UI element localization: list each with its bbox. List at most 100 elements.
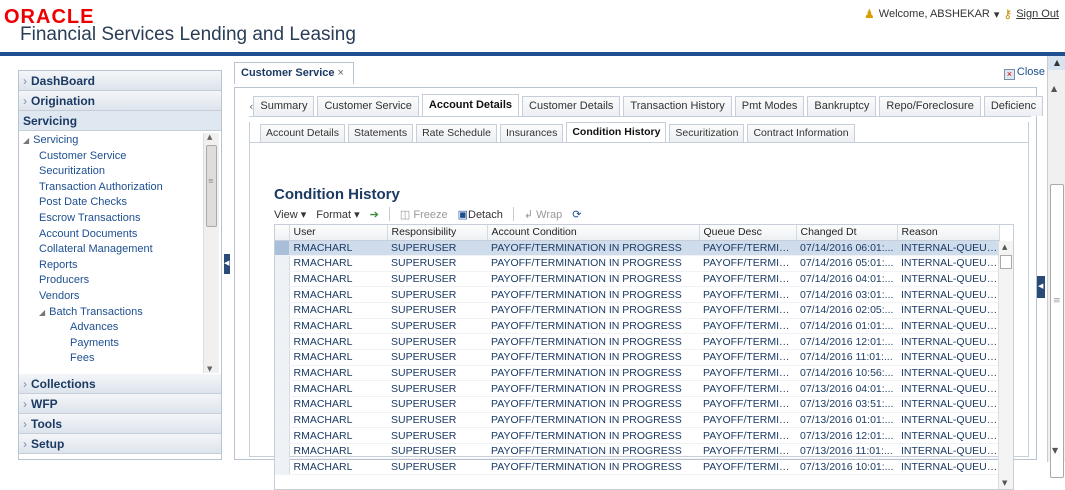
table-row[interactable]: RMACHARL SUPERUSER PAYOFF/TERMINATION IN P… bbox=[275, 286, 999, 304]
sidebar-item-payments[interactable]: Payments bbox=[19, 336, 221, 352]
tab-bankruptcy[interactable]: Bankruptcy bbox=[807, 96, 877, 116]
tab-pmt-modes[interactable]: Pmt Modes bbox=[734, 96, 805, 116]
subtab-rate-schedule[interactable]: Rate Schedule bbox=[416, 124, 497, 142]
sidebar-item-servicing[interactable]: ◢ Servicing bbox=[19, 133, 221, 149]
column-header-queue-desc[interactable]: Queue Desc bbox=[699, 225, 797, 241]
scroll-up-icon[interactable]: ▲ bbox=[1002, 243, 1007, 251]
scroll-down-icon[interactable]: ▼ bbox=[1002, 479, 1007, 487]
sidebar-item-securitization[interactable]: Securitization bbox=[19, 164, 221, 180]
table-row[interactable]: RMACHARL SUPERUSER PAYOFF/TERMINATION IN P… bbox=[275, 271, 999, 288]
nav-section-setup[interactable]: › Setup bbox=[19, 434, 221, 454]
scroll-down-icon[interactable]: ▼ bbox=[1052, 446, 1058, 455]
scroll-up-arrow-icon[interactable]: ▲ bbox=[1051, 84, 1057, 93]
row-selector[interactable] bbox=[275, 349, 290, 366]
column-header-account-condition[interactable]: Account Condition bbox=[487, 225, 700, 241]
sidebar-item-collateral-management[interactable]: Collateral Management bbox=[19, 242, 221, 258]
tab-account-details[interactable]: Account Details bbox=[421, 94, 520, 116]
sidebar-item-vendors[interactable]: Vendors bbox=[19, 289, 221, 305]
sidebar-item-advances[interactable]: Advances bbox=[19, 320, 221, 336]
sidebar-item-fees[interactable]: Fees bbox=[19, 351, 221, 367]
row-selector[interactable] bbox=[275, 427, 290, 444]
page-scrollbar[interactable]: ▲ ▲ ≡ ▼ bbox=[1047, 56, 1065, 478]
table-row[interactable]: RMACHARL SUPERUSER PAYOFF/TERMINATION IN P… bbox=[275, 396, 999, 413]
scroll-down-icon[interactable]: ▼ bbox=[207, 365, 212, 373]
table-row[interactable]: RMACHARL SUPERUSER PAYOFF/TERMINATION IN P… bbox=[275, 412, 999, 429]
close-tab-icon[interactable]: × bbox=[338, 67, 344, 79]
export-icon[interactable]: ➔ bbox=[370, 208, 379, 221]
wrap-button[interactable]: ↲ Wrap bbox=[524, 208, 562, 221]
table-row[interactable]: RMACHARL SUPERUSER PAYOFF/TERMINATION IN P… bbox=[275, 443, 999, 460]
column-header-responsibility[interactable]: Responsibility bbox=[387, 225, 488, 241]
row-selector[interactable] bbox=[275, 255, 290, 272]
table-row[interactable]: RMACHARL SUPERUSER PAYOFF/TERMINATION IN P… bbox=[275, 255, 999, 272]
nav-section-servicing[interactable]: Servicing bbox=[19, 111, 221, 131]
table-row[interactable]: RMACHARL SUPERUSER PAYOFF/TERMINATION IN P… bbox=[275, 349, 999, 366]
column-header-user[interactable]: User bbox=[289, 225, 388, 241]
nav-section-wfp[interactable]: › WFP bbox=[19, 394, 221, 414]
row-selector[interactable] bbox=[275, 443, 290, 460]
table-row[interactable]: RMACHARL SUPERUSER PAYOFF/TERMINATION IN P… bbox=[275, 333, 999, 350]
row-selector[interactable] bbox=[275, 396, 290, 413]
right-panel-handle[interactable]: ◀ bbox=[1037, 276, 1045, 298]
row-selector[interactable] bbox=[275, 412, 290, 429]
freeze-button[interactable]: ◫ Freeze bbox=[400, 208, 448, 221]
expand-triangle-icon[interactable]: ◢ bbox=[39, 308, 45, 317]
subtab-contract-information[interactable]: Contract Information bbox=[747, 124, 855, 142]
table-row[interactable]: RMACHARL SUPERUSER PAYOFF/TERMINATION IN P… bbox=[275, 302, 999, 319]
subtab-statements[interactable]: Statements bbox=[347, 124, 414, 142]
table-row[interactable]: RMACHARL SUPERUSER PAYOFF/TERMINATION IN P… bbox=[275, 365, 999, 382]
tab-repo-foreclosure[interactable]: Repo/Foreclosure bbox=[879, 96, 981, 116]
row-selector[interactable] bbox=[275, 271, 290, 288]
subtab-condition-history[interactable]: Condition History bbox=[566, 122, 667, 142]
table-row[interactable]: RMACHARL SUPERUSER PAYOFF/TERMINATION IN P… bbox=[275, 380, 999, 397]
scroll-up-icon[interactable]: ▲ bbox=[207, 133, 212, 141]
sidebar-item-customer-service[interactable]: Customer Service bbox=[19, 149, 221, 165]
scroll-up-icon[interactable]: ▲ bbox=[1048, 56, 1065, 70]
nav-section-collections[interactable]: › Collections bbox=[19, 374, 221, 394]
row-selector[interactable] bbox=[275, 318, 290, 335]
table-row[interactable]: RMACHARL SUPERUSER PAYOFF/TERMINATION IN P… bbox=[275, 318, 999, 335]
welcome-user-button[interactable]: Welcome, ABSHEKAR bbox=[879, 8, 990, 20]
tab-summary[interactable]: Summary bbox=[253, 96, 315, 116]
row-selector[interactable] bbox=[275, 380, 290, 397]
row-selector[interactable] bbox=[275, 240, 290, 257]
chevron-down-icon[interactable]: ▾ bbox=[994, 8, 1000, 21]
tree-scrollbar[interactable]: ▲ ≡ ▼ bbox=[203, 133, 219, 373]
nav-section-tools[interactable]: › Tools bbox=[19, 414, 221, 434]
grid-scroll-thumb[interactable] bbox=[1000, 255, 1012, 269]
column-header-reason[interactable]: Reason bbox=[897, 225, 1000, 241]
expand-triangle-icon[interactable]: ◢ bbox=[23, 136, 29, 145]
subtab-account-details[interactable]: Account Details bbox=[260, 124, 345, 142]
sidebar-item-producers[interactable]: Producers bbox=[19, 273, 221, 289]
tab-transaction-history[interactable]: Transaction History bbox=[623, 96, 732, 116]
tab-customer-service-page[interactable]: Customer Service × bbox=[234, 62, 354, 84]
sidebar-item-post-date-checks[interactable]: Post Date Checks bbox=[19, 195, 221, 211]
nav-section-dashboard[interactable]: › DashBoard bbox=[19, 71, 221, 91]
view-menu[interactable]: View ▾ bbox=[274, 208, 306, 221]
format-menu[interactable]: Format ▾ bbox=[316, 208, 359, 221]
column-header-changed-dt[interactable]: Changed Dt bbox=[796, 225, 898, 241]
tab-customer-details[interactable]: Customer Details bbox=[522, 96, 621, 116]
sign-out-link[interactable]: Sign Out bbox=[1016, 8, 1059, 20]
tab-customer-service[interactable]: Customer Service bbox=[317, 96, 419, 116]
sidebar-item-account-documents[interactable]: Account Documents bbox=[19, 227, 221, 243]
sidebar-item-batch-transactions[interactable]: ◢ Batch Transactions bbox=[19, 305, 221, 321]
tab-deficienc[interactable]: Deficienc bbox=[983, 96, 1044, 116]
grid-scrollbar[interactable]: ▲ ▼ bbox=[998, 241, 1013, 489]
sidebar-item-transaction-authorization[interactable]: Transaction Authorization bbox=[19, 180, 221, 196]
table-row[interactable]: RMACHARL SUPERUSER PAYOFF/TERMINATION IN P… bbox=[275, 240, 999, 257]
row-selector[interactable] bbox=[275, 333, 290, 350]
table-row[interactable]: RMACHARL SUPERUSER PAYOFF/TERMINATION IN P… bbox=[275, 427, 999, 444]
subtab-securitization[interactable]: Securitization bbox=[669, 124, 745, 142]
close-button[interactable]: × Close bbox=[1003, 66, 1045, 80]
row-selector[interactable] bbox=[275, 286, 290, 304]
page-scroll-thumb[interactable] bbox=[1050, 184, 1064, 478]
table-row[interactable]: RMACHARL SUPERUSER PAYOFF/TERMINATION IN P… bbox=[275, 458, 999, 476]
nav-section-origination[interactable]: › Origination bbox=[19, 91, 221, 111]
sidebar-item-escrow-transactions[interactable]: Escrow Transactions bbox=[19, 211, 221, 227]
row-selector[interactable] bbox=[275, 302, 290, 319]
sidebar-item-reports[interactable]: Reports bbox=[19, 258, 221, 274]
refresh-icon[interactable]: ⟳ bbox=[572, 208, 581, 221]
row-selector[interactable] bbox=[275, 458, 290, 476]
tree-scroll-thumb[interactable] bbox=[206, 145, 217, 227]
